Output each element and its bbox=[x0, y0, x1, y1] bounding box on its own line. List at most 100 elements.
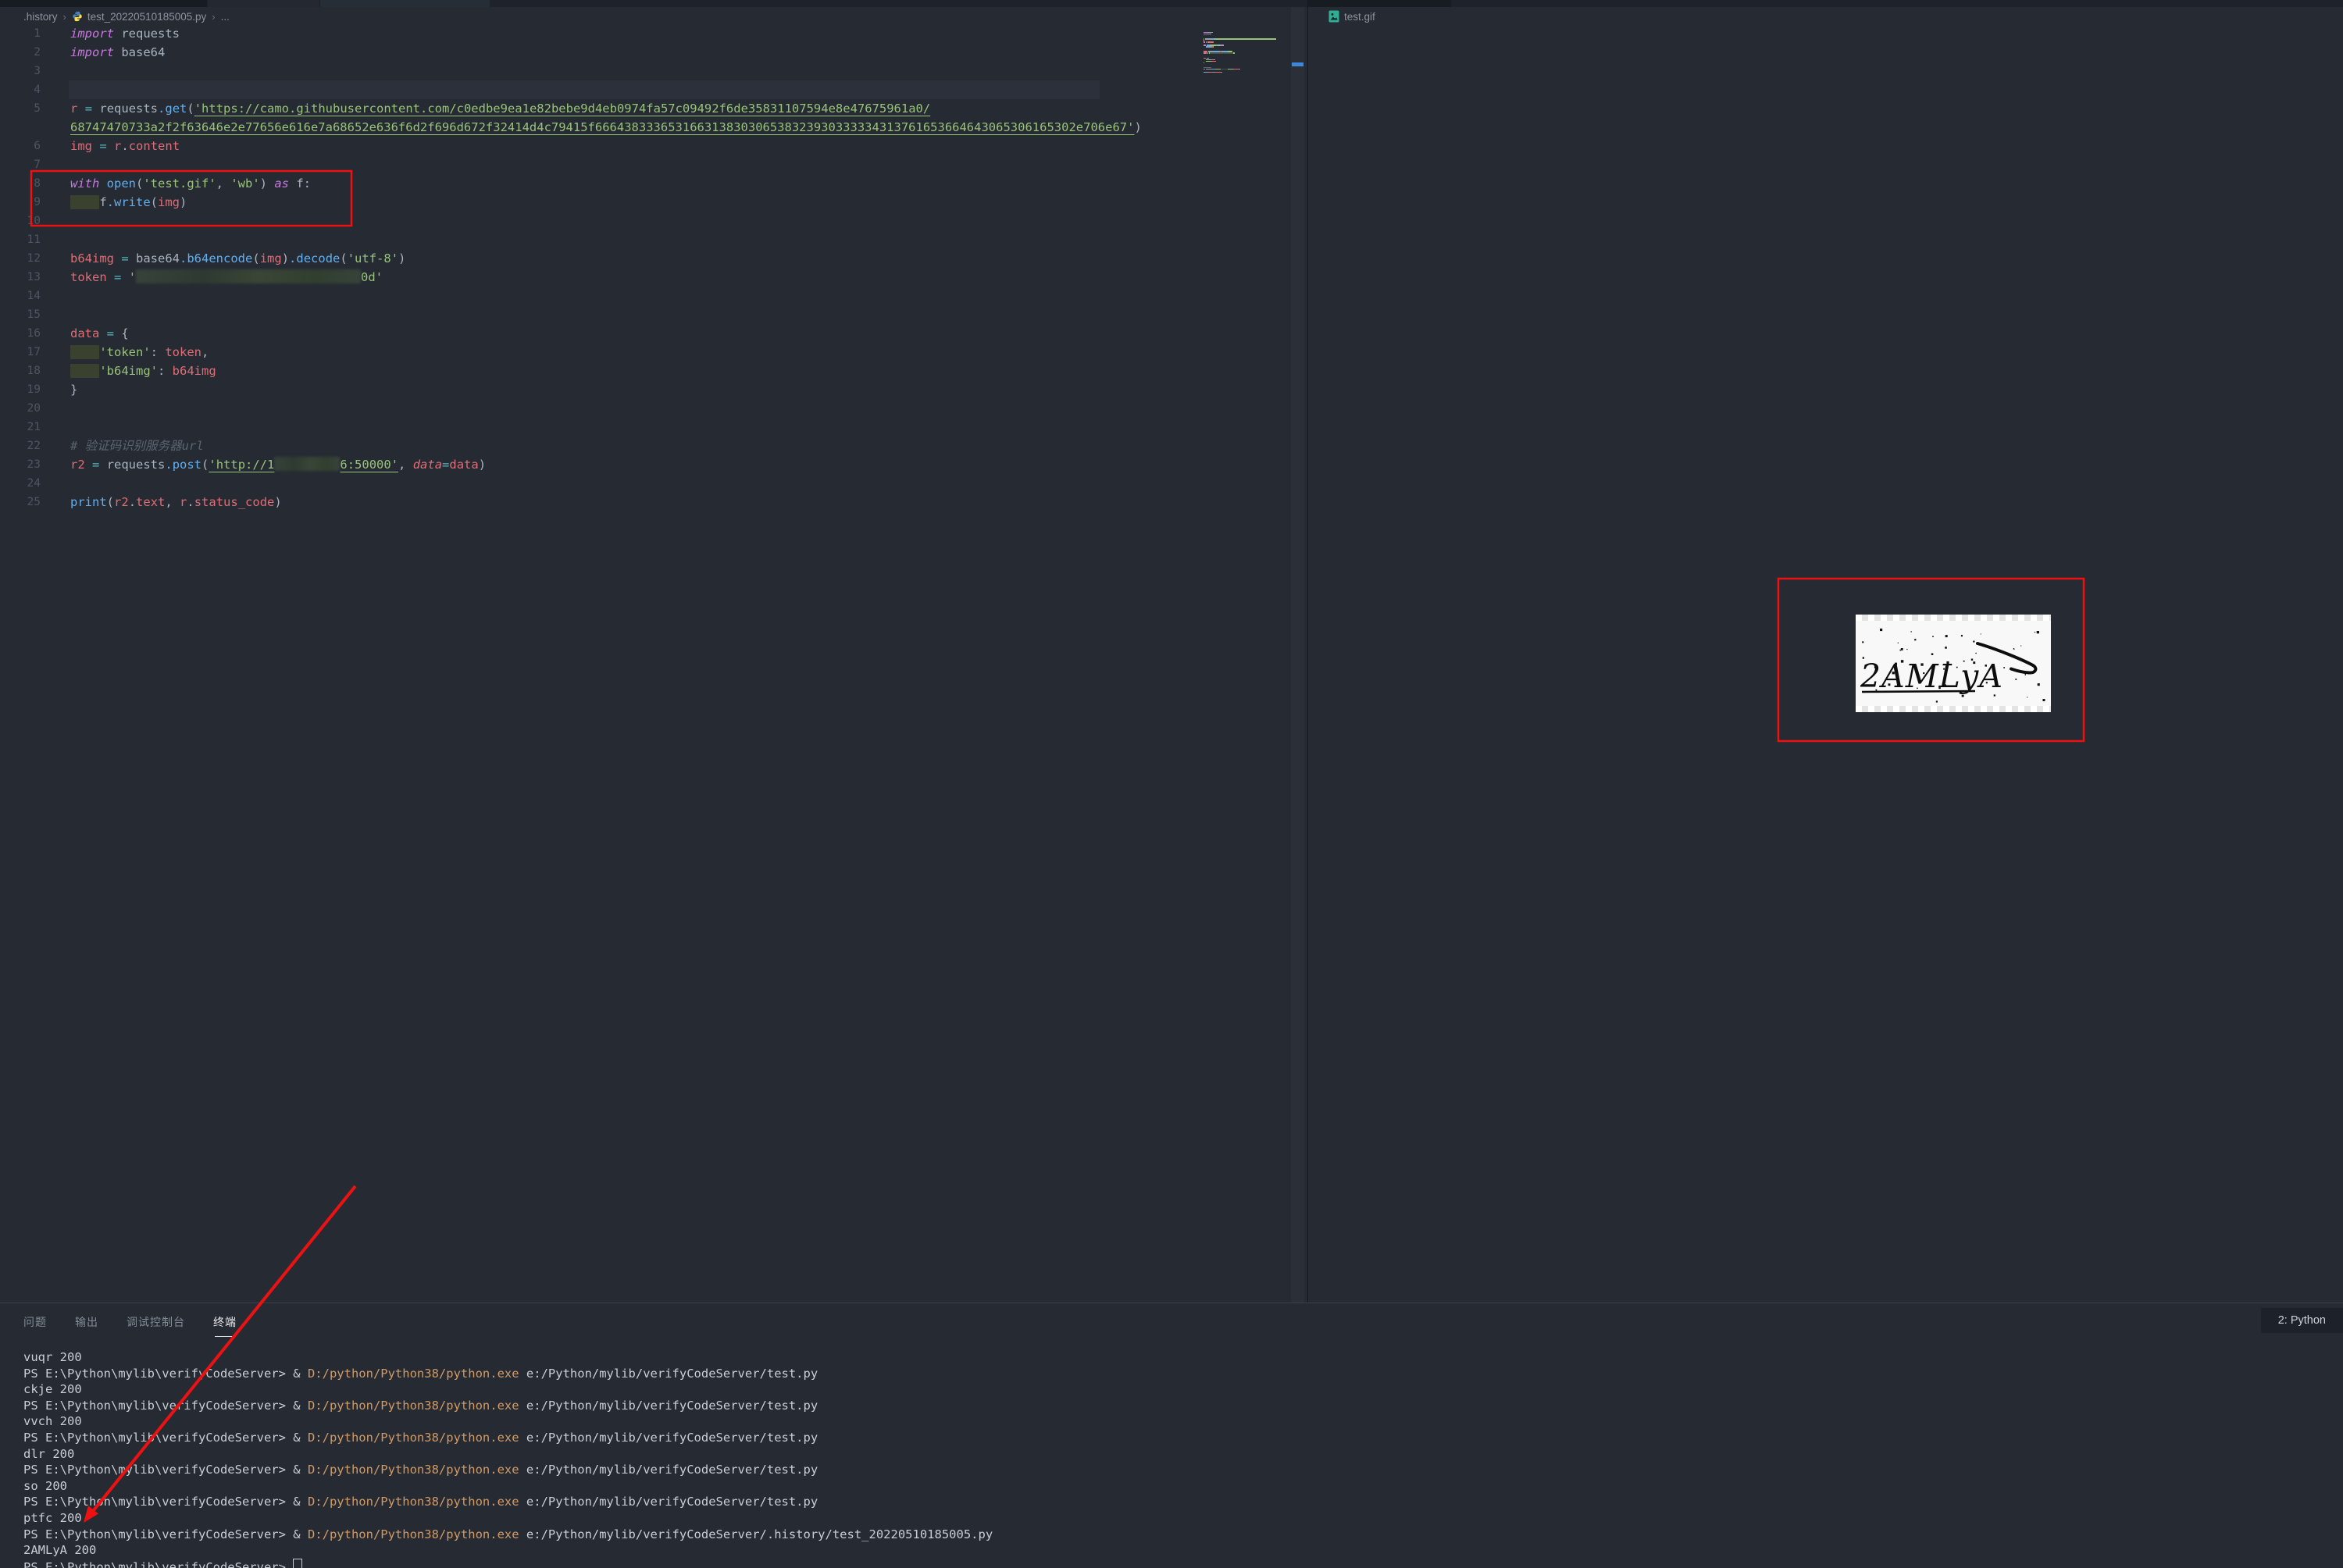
image-tab[interactable]: test.gif bbox=[1328, 7, 1375, 26]
terminal-line: vuqr 200 bbox=[23, 1350, 82, 1364]
code-text: with open('test.gif', 'wb') as f: bbox=[70, 176, 312, 191]
terminal-line: ckje 200 bbox=[23, 1382, 82, 1397]
tab-strip[interactable] bbox=[0, 0, 2343, 7]
overview-ruler[interactable] bbox=[1291, 7, 1304, 1303]
code-text: r = requests.get('https://camo.githubuse… bbox=[70, 102, 931, 116]
terminal-line: ptfc 200 bbox=[23, 1510, 82, 1525]
code-line: 7 bbox=[0, 155, 1204, 174]
code-line: 1 import requests bbox=[0, 24, 1204, 43]
code-text: f.write(img) bbox=[70, 193, 187, 212]
code-text: import requests bbox=[70, 27, 180, 41]
terminal-selector-dropdown[interactable]: 2: Python bbox=[2261, 1308, 2343, 1333]
tab-remnant[interactable] bbox=[0, 0, 207, 7]
code-line: 11 bbox=[0, 230, 1204, 249]
captcha-preview: 2AMLyA bbox=[1856, 615, 2051, 712]
editor-group-left[interactable]: .history › test_20220510185005.py › ... … bbox=[0, 7, 1307, 1303]
code-text: b64img = base64.b64encode(img).decode('u… bbox=[70, 251, 406, 265]
image-tab-label[interactable]: test.gif bbox=[1344, 11, 1375, 23]
line-number: 6 bbox=[34, 140, 41, 152]
panel-tab-3[interactable]: 终端 bbox=[213, 1314, 237, 1337]
line-number: 18 bbox=[27, 365, 41, 377]
code-text: import base64 bbox=[70, 45, 166, 59]
breadcrumb-more[interactable]: ... bbox=[221, 11, 230, 23]
terminal-cursor bbox=[293, 1558, 303, 1568]
terminal-line: PS E:\Python\mylib\verifyCodeServer> & D… bbox=[23, 1463, 818, 1477]
terminal-line: PS E:\Python\mylib\verifyCodeServer> & D… bbox=[23, 1495, 818, 1509]
line-number: 16 bbox=[27, 327, 41, 340]
tab-remnant[interactable] bbox=[208, 0, 319, 7]
minimap-line bbox=[1204, 71, 1290, 73]
code-line: 25 print(r2.text, r.status_code) bbox=[0, 493, 1204, 511]
line-number: 15 bbox=[27, 308, 41, 321]
line-number: 20 bbox=[27, 402, 41, 415]
captcha-strike-line bbox=[1861, 690, 1976, 693]
editor-group-right[interactable]: test.gif 2AMLyA bbox=[1308, 7, 2343, 1303]
code-text: r2 = requests.post('http://1 6:50000', da… bbox=[70, 457, 487, 472]
code-line: 14 bbox=[0, 287, 1204, 305]
code-line: 22 # 验证码识别服务器url bbox=[0, 437, 1204, 455]
line-number: 11 bbox=[27, 233, 41, 246]
bottom-panel: 问题 输出 调试控制台 终端 2: Python vuqr 200 PS E:\Pyth… bbox=[0, 1303, 2343, 1568]
line-number: 13 bbox=[27, 271, 41, 283]
terminal-line: so 200 bbox=[23, 1478, 67, 1493]
panel-tab-2[interactable]: 调试控制台 bbox=[127, 1314, 185, 1337]
line-number: 12 bbox=[27, 252, 41, 265]
line-number: 7 bbox=[34, 159, 41, 171]
line-number: 9 bbox=[34, 196, 41, 208]
code-line: 13 token = ' 0d' bbox=[0, 268, 1204, 287]
line-number: 3 bbox=[34, 65, 41, 77]
code-editor[interactable]: 1 import requests 2 import base64 3 4 5 r = req… bbox=[0, 24, 1204, 511]
terminal-line: 2AMLyA 200 bbox=[23, 1543, 97, 1558]
code-line: 4 bbox=[0, 80, 1204, 99]
vscode-window: .history › test_20220510185005.py › ... … bbox=[0, 0, 2343, 1568]
minimap[interactable] bbox=[1204, 32, 1290, 73]
code-line: 15 bbox=[0, 305, 1204, 324]
line-number: 23 bbox=[27, 458, 41, 471]
captcha-text: 2AMLyA bbox=[1860, 657, 2003, 695]
code-line: 6 img = r.content bbox=[0, 137, 1204, 155]
code-line: 24 bbox=[0, 474, 1204, 493]
code-text: 68747470733a2f2f63646e2e77656e616e7a6865… bbox=[70, 120, 1142, 134]
tab-remnant-testgif[interactable] bbox=[1308, 0, 1451, 7]
code-line: 16 data = { bbox=[0, 324, 1204, 343]
code-line: 17 'token': token, bbox=[0, 343, 1204, 362]
code-line: 18 'b64img': b64img bbox=[0, 362, 1204, 380]
captcha-image: 2AMLyA bbox=[1860, 628, 2045, 703]
code-text: token = ' 0d' bbox=[70, 269, 383, 284]
code-line: 20 bbox=[0, 399, 1204, 418]
terminal-line: PS E:\Python\mylib\verifyCodeServer> bbox=[23, 1558, 993, 1568]
breadcrumb-separator: › bbox=[62, 10, 66, 23]
terminal-output[interactable]: vuqr 200 PS E:\Python\mylib\verifyCodeSer… bbox=[23, 1349, 993, 1568]
line-number: 8 bbox=[34, 177, 41, 190]
terminal-line: PS E:\Python\mylib\verifyCodeServer> & D… bbox=[23, 1398, 818, 1413]
code-line: 3 bbox=[0, 62, 1204, 80]
line-number: 5 bbox=[34, 102, 41, 115]
code-text: data = { bbox=[70, 326, 129, 340]
line-number: 17 bbox=[27, 346, 41, 358]
code-line: 68747470733a2f2f63646e2e77656e616e7a6865… bbox=[0, 118, 1204, 137]
line-number: 1 bbox=[34, 27, 41, 40]
breadcrumb-file[interactable]: test_20220510185005.py bbox=[87, 11, 206, 23]
line-number: 22 bbox=[27, 440, 41, 452]
overview-ruler-marker bbox=[1292, 62, 1303, 66]
code-line: 12 b64img = base64.b64encode(img).decode(… bbox=[0, 249, 1204, 268]
terminal-line: vvch 200 bbox=[23, 1414, 82, 1429]
panel-tab-0[interactable]: 问题 bbox=[23, 1314, 47, 1337]
code-text: print(r2.text, r.status_code) bbox=[70, 495, 282, 509]
line-number: 21 bbox=[27, 421, 41, 433]
line-number: 10 bbox=[27, 215, 41, 227]
panel-tab-1[interactable]: 输出 bbox=[75, 1314, 98, 1337]
breadcrumb: .history › test_20220510185005.py › ... bbox=[23, 7, 230, 26]
terminal-line: PS E:\Python\mylib\verifyCodeServer> & D… bbox=[23, 1366, 818, 1381]
code-text: img = r.content bbox=[70, 139, 180, 153]
panel-tab-bar: 问题 输出 调试控制台 终端 bbox=[23, 1314, 237, 1337]
python-file-icon bbox=[72, 11, 83, 22]
code-text: # 验证码识别服务器url bbox=[70, 439, 204, 453]
line-number: 4 bbox=[34, 84, 41, 96]
code-line: 5 r = requests.get('https://camo.githubus… bbox=[0, 99, 1204, 118]
terminal-selector-label: 2: Python bbox=[2277, 1314, 2326, 1327]
breadcrumb-folder[interactable]: .history bbox=[23, 11, 58, 23]
tab-remnant[interactable] bbox=[320, 0, 490, 7]
terminal-line: dlr 200 bbox=[23, 1446, 75, 1461]
line-number: 25 bbox=[27, 496, 41, 508]
